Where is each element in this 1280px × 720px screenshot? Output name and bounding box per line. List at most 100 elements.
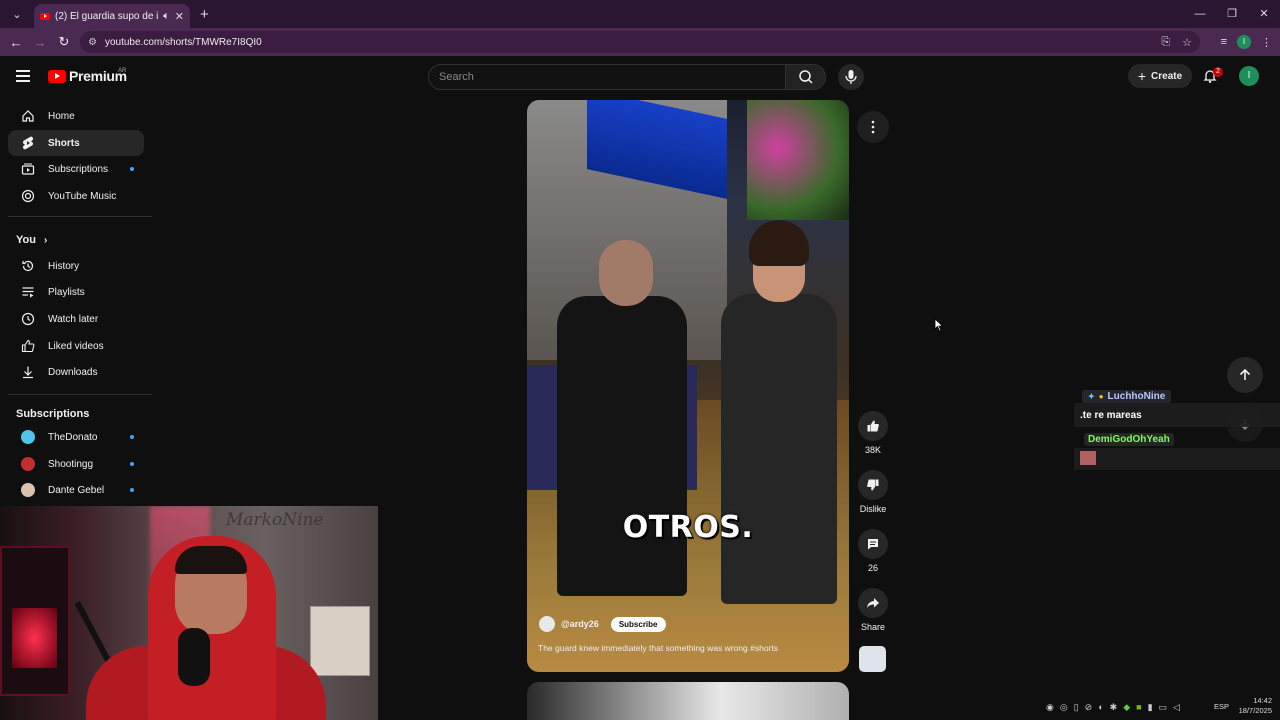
country-code: AR <box>118 68 127 74</box>
microphone-tray-icon[interactable]: ▮ <box>1148 702 1153 713</box>
short-video-player[interactable]: OTROS. @ardy26 Subscribe The guard knew … <box>527 100 849 672</box>
dislike-button[interactable]: Dislike <box>854 470 892 514</box>
tab-audio-icon[interactable]: 🔈︎ <box>163 10 170 23</box>
webcam-person-hair <box>175 546 247 574</box>
gaming-icon[interactable]: ◐ <box>1098 702 1103 712</box>
sidebar-sub-dante-gebel[interactable]: Dante Gebel <box>8 477 144 503</box>
sidebar-item-playlists[interactable]: Playlists <box>8 279 144 305</box>
video-guard <box>557 240 687 600</box>
address-bar[interactable]: ⚙ youtube.com/shorts/TMWRe7I8QI0 ⎘ ☆ <box>80 31 1200 53</box>
new-content-dot <box>130 435 134 439</box>
sidebar-item-label: TheDonato <box>48 431 98 443</box>
sidebar-item-liked-videos[interactable]: Liked videos <box>8 333 144 359</box>
webcam-pc-case <box>0 546 70 696</box>
microphone-icon <box>845 70 857 84</box>
install-app-icon[interactable]: ⎘ <box>1161 36 1170 49</box>
search-input[interactable]: Search <box>428 64 786 90</box>
video-hanging-flowers <box>747 100 849 220</box>
sidebar-item-youtube-music[interactable]: YouTube Music <box>8 183 144 209</box>
browser-profile-avatar[interactable]: I <box>1237 35 1251 49</box>
system-clock[interactable]: 14:42 18/7/2025 <box>1239 696 1272 716</box>
sidebar-item-label: Home <box>48 110 75 122</box>
minimize-button[interactable]: — <box>1184 0 1216 28</box>
app-icon[interactable]: ◆ <box>1123 702 1130 713</box>
short-description[interactable]: The guard knew immediately that somethin… <box>538 643 778 653</box>
thumbs-up-icon <box>867 420 879 432</box>
new-tab-button[interactable]: + <box>200 6 209 23</box>
stream-chat-overlay: ✦ ● LuchhoNine .te re mareas DemiGodOhYe… <box>1074 388 1280 470</box>
channel-avatar[interactable] <box>539 616 555 632</box>
security-icon[interactable]: ⊘ <box>1085 702 1093 713</box>
steam-icon[interactable]: ◎ <box>1060 702 1068 713</box>
sidebar-subscriptions-heading: Subscriptions <box>16 408 90 420</box>
media-controls-icon[interactable]: ≡ <box>1221 36 1227 48</box>
back-button[interactable]: ← <box>4 35 28 50</box>
arrow-up-icon <box>1239 368 1251 380</box>
reload-button[interactable]: ↻ <box>52 34 76 50</box>
bookmark-star-icon[interactable]: ☆ <box>1182 36 1192 49</box>
settings-icon[interactable]: ✱ <box>1110 702 1118 713</box>
language-indicator[interactable]: ESP <box>1214 702 1229 711</box>
browser-tab-bar: ⌄ (2) El guardia supo de inme 🔈︎ ✕ + — ❐… <box>0 0 1280 28</box>
like-icon <box>21 339 35 353</box>
new-content-dot <box>130 167 134 171</box>
sidebar-item-label: Shootingg <box>48 458 94 470</box>
subscribe-button[interactable]: Subscribe <box>610 616 666 632</box>
like-button[interactable]: 38K <box>854 411 892 455</box>
sidebar: Home Shorts Subscriptions YouTube Music … <box>0 98 160 508</box>
channel-handle[interactable]: @ardy26 <box>561 619 599 629</box>
network-icon[interactable]: ▭ <box>1159 702 1168 713</box>
volume-icon[interactable]: ◁ <box>1173 702 1180 713</box>
share-label: Share <box>860 622 886 632</box>
video-caption: OTROS. <box>622 510 754 545</box>
account-avatar[interactable]: I <box>1239 66 1259 86</box>
tab-search-button[interactable]: ⌄ <box>4 4 30 24</box>
youtube-music-icon <box>21 189 35 203</box>
sidebar-divider <box>8 216 152 217</box>
sidebar-item-label: Watch later <box>48 313 99 325</box>
more-options-button[interactable] <box>857 111 889 143</box>
restore-button[interactable]: ❐ <box>1216 0 1248 28</box>
sidebar-item-watch-later[interactable]: Watch later <box>8 306 144 332</box>
site-info-icon[interactable]: ⚙ <box>88 37 97 48</box>
browser-toolbar: ← → ↻ ⚙ youtube.com/shorts/TMWRe7I8QI0 ⎘… <box>0 28 1280 56</box>
search-icon <box>799 70 813 84</box>
sound-remix-thumbnail[interactable] <box>859 646 886 672</box>
dislike-label: Dislike <box>859 504 887 514</box>
youtube-logo-icon <box>48 69 66 83</box>
share-button[interactable]: Share <box>854 588 892 632</box>
phone-icon[interactable]: ▯ <box>1074 702 1079 713</box>
close-window-button[interactable]: ✕ <box>1248 0 1280 28</box>
sidebar-sub-shootingg[interactable]: Shootingg <box>8 451 144 477</box>
create-button[interactable]: + Create <box>1128 64 1192 88</box>
discord-icon[interactable]: ◉ <box>1046 702 1054 713</box>
sidebar-item-downloads[interactable]: Downloads <box>8 359 144 385</box>
youtube-logo[interactable]: Premium <box>48 68 127 84</box>
sidebar-item-subscriptions[interactable]: Subscriptions <box>8 156 144 182</box>
voice-search-button[interactable] <box>838 64 864 90</box>
chat-username: DemiGodOhYeah <box>1084 433 1174 446</box>
youtube-header: Premium AR Search + Create 2 I <box>0 56 1280 98</box>
next-short-preview[interactable] <box>527 682 849 720</box>
sidebar-item-shorts[interactable]: Shorts <box>8 130 144 156</box>
clock-time: 14:42 <box>1253 696 1272 705</box>
forward-button[interactable]: → <box>28 35 52 50</box>
sidebar-you-heading[interactable]: You › <box>16 234 47 246</box>
comments-button[interactable]: 26 <box>854 529 892 573</box>
sidebar-divider <box>8 394 152 395</box>
browser-menu-icon[interactable]: ⋮ <box>1261 36 1272 49</box>
sidebar-item-home[interactable]: Home <box>8 103 144 129</box>
new-content-dot <box>130 462 134 466</box>
create-label: Create <box>1151 70 1183 82</box>
webcam-wall-sign: MarkoNine <box>226 510 324 530</box>
active-tab[interactable]: (2) El guardia supo de inme 🔈︎ ✕ <box>34 4 190 28</box>
sidebar-sub-thedonato[interactable]: TheDonato <box>8 424 144 450</box>
search-button[interactable] <box>786 64 826 90</box>
menu-icon[interactable] <box>16 70 30 82</box>
sidebar-item-history[interactable]: History <box>8 253 144 279</box>
thumbs-down-icon <box>867 479 879 491</box>
sidebar-item-label: Liked videos <box>48 340 104 352</box>
nvidia-icon[interactable]: ■ <box>1136 702 1141 712</box>
history-icon <box>22 260 34 272</box>
close-tab-icon[interactable]: ✕ <box>175 10 184 23</box>
